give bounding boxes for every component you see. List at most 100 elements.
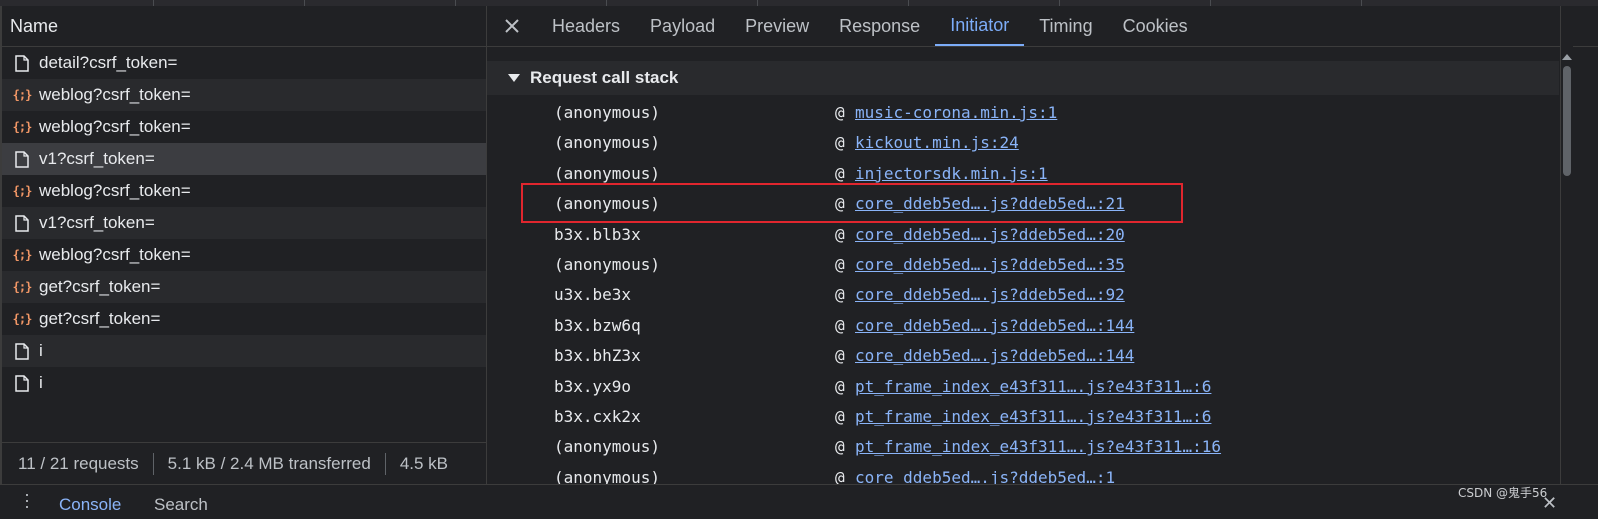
request-name: detail?csrf_token= [39, 53, 178, 72]
source-link[interactable]: core_ddeb5ed….js?ddeb5ed…:35 [855, 255, 1125, 274]
section-title: Request call stack [530, 68, 679, 87]
call-stack-frame: b3x.bhZ3x @ core_ddeb5ed….js?ddeb5ed…:144 [487, 341, 1559, 371]
close-detail-button[interactable] [487, 6, 537, 46]
request-name: get?csrf_token= [39, 309, 161, 328]
function-name: (anonymous) [554, 163, 660, 183]
status-divider [384, 452, 386, 475]
request-row[interactable]: {;} weblog?csrf_token= [2, 79, 486, 111]
source-link[interactable]: music-corona.min.js:1 [855, 103, 1057, 122]
at-symbol: @ [835, 163, 845, 183]
request-name: weblog?csrf_token= [39, 85, 191, 104]
at-symbol: @ [835, 133, 845, 153]
call-stack-frame: (anonymous) @ music-corona.min.js:1 [487, 98, 1559, 128]
call-stack-section-header[interactable]: Request call stack [487, 61, 1559, 95]
request-list: detail?csrf_token= {;} weblog?csrf_token={… [2, 47, 486, 399]
request-row[interactable]: i [2, 335, 486, 367]
resources-size: 4.5 kB [399, 453, 449, 473]
source-link[interactable]: core_ddeb5ed….js?ddeb5ed…:20 [855, 225, 1125, 244]
call-stack-frame: b3x.cxk2x @ pt_frame_index_e43f311….js?e43… [487, 402, 1559, 432]
kebab-menu-icon[interactable]: · · · [24, 485, 30, 515]
drawer-tab-console[interactable]: Console [59, 495, 121, 515]
source-link[interactable]: core_ddeb5ed….js?ddeb5ed…:144 [855, 346, 1134, 365]
request-name: i [39, 341, 43, 360]
request-name: weblog?csrf_token= [39, 245, 191, 264]
request-row[interactable]: {;} weblog?csrf_token= [2, 111, 486, 143]
document-icon [12, 149, 32, 169]
document-icon [12, 213, 32, 233]
status-divider [152, 452, 154, 475]
document-icon [12, 373, 32, 393]
call-stack-list: (anonymous) @ music-corona.min.js:1 (anonym… [487, 98, 1559, 493]
request-row[interactable]: {;} get?csrf_token= [2, 271, 486, 303]
function-name: b3x.blb3x [554, 224, 641, 244]
network-status-bar: 11 / 21 requests 5.1 kB / 2.4 MB transfe… [2, 442, 486, 484]
fetch-icon: {;} [12, 184, 33, 198]
tab-headers[interactable]: Headers [537, 6, 635, 46]
column-header-label: Name [10, 15, 59, 36]
detail-tab-bar: Headers Payload Preview Response Initiator Ti… [487, 6, 1598, 47]
at-symbol: @ [835, 346, 845, 366]
function-name: b3x.yx9o [554, 376, 632, 396]
drawer-tab-search[interactable]: Search [154, 495, 208, 515]
source-link[interactable]: pt_frame_index_e43f311….js?e43f311…:6 [855, 407, 1211, 426]
annotation-highlight-box [521, 183, 1183, 223]
source-link[interactable]: kickout.min.js:24 [855, 133, 1019, 152]
function-name: b3x.bzw6q [554, 315, 641, 335]
tab-payload[interactable]: Payload [635, 6, 730, 46]
scroll-up-arrow-icon[interactable] [1562, 54, 1572, 60]
function-name: (anonymous) [554, 437, 660, 457]
tab-cookies[interactable]: Cookies [1108, 6, 1203, 46]
function-name: (anonymous) [554, 103, 660, 122]
expand-triangle-icon [508, 74, 520, 82]
request-name: weblog?csrf_token= [39, 181, 191, 200]
bottom-drawer: · · · Console Search ✕ [0, 484, 1598, 519]
source-link[interactable]: pt_frame_index_e43f311….js?e43f311…:16 [855, 437, 1221, 456]
document-icon [12, 53, 32, 73]
fetch-icon: {;} [12, 88, 33, 102]
detail-scrollbar[interactable] [1560, 6, 1573, 484]
at-symbol: @ [835, 406, 845, 426]
requests-panel: Name detail?csrf_token= {;} weblog?csrf_to… [0, 6, 486, 484]
fetch-icon: {;} [12, 120, 33, 134]
request-row[interactable]: {;} get?csrf_token= [2, 303, 486, 335]
at-symbol: @ [835, 224, 845, 244]
function-name: b3x.cxk2x [554, 406, 641, 426]
call-stack-frame: b3x.bzw6q @ core_ddeb5ed….js?ddeb5ed…:144 [487, 311, 1559, 341]
call-stack-frame: (anonymous) @ kickout.min.js:24 [487, 128, 1559, 158]
request-row[interactable]: v1?csrf_token= [2, 207, 486, 239]
source-link[interactable]: core_ddeb5ed….js?ddeb5ed…:92 [855, 285, 1125, 304]
tab-preview[interactable]: Preview [730, 6, 824, 46]
source-link[interactable]: injectorsdk.min.js:1 [855, 164, 1048, 183]
call-stack-frame: (anonymous) @ core_ddeb5ed….js?ddeb5ed…:35 [487, 250, 1559, 280]
source-link[interactable]: pt_frame_index_e43f311….js?e43f311…:6 [855, 377, 1211, 396]
request-name: get?csrf_token= [39, 277, 161, 296]
call-stack-frame: b3x.blb3x @ core_ddeb5ed….js?ddeb5ed…:20 [487, 220, 1559, 250]
function-name: (anonymous) [554, 133, 660, 153]
at-symbol: @ [835, 285, 845, 305]
request-name: weblog?csrf_token= [39, 117, 191, 136]
request-row[interactable]: v1?csrf_token= [2, 143, 486, 175]
tab-initiator[interactable]: Initiator [935, 6, 1025, 46]
at-symbol: @ [835, 437, 845, 457]
request-name: i [39, 373, 43, 392]
close-icon [505, 19, 519, 33]
fetch-icon: {;} [12, 280, 33, 294]
function-name: b3x.bhZ3x [554, 346, 641, 366]
request-row[interactable]: i [2, 367, 486, 399]
request-row[interactable]: {;} weblog?csrf_token= [2, 239, 486, 271]
tab-response[interactable]: Response [824, 6, 935, 46]
function-name: (anonymous) [554, 254, 660, 274]
request-row[interactable]: {;} weblog?csrf_token= [2, 175, 486, 207]
scrollbar-thumb[interactable] [1563, 66, 1571, 176]
request-name: v1?csrf_token= [39, 213, 155, 232]
request-detail-panel: Headers Payload Preview Response Initiator Ti… [487, 6, 1598, 487]
name-column-header[interactable]: Name [2, 6, 486, 47]
fetch-icon: {;} [12, 248, 33, 262]
call-stack-frame: b3x.yx9o @ pt_frame_index_e43f311….js?e43f… [487, 372, 1559, 402]
at-symbol: @ [835, 254, 845, 274]
document-icon [12, 341, 32, 361]
tab-timing[interactable]: Timing [1024, 6, 1107, 46]
source-link[interactable]: core_ddeb5ed….js?ddeb5ed…:144 [855, 316, 1134, 335]
fetch-icon: {;} [12, 312, 33, 326]
request-row[interactable]: detail?csrf_token= [2, 47, 486, 79]
